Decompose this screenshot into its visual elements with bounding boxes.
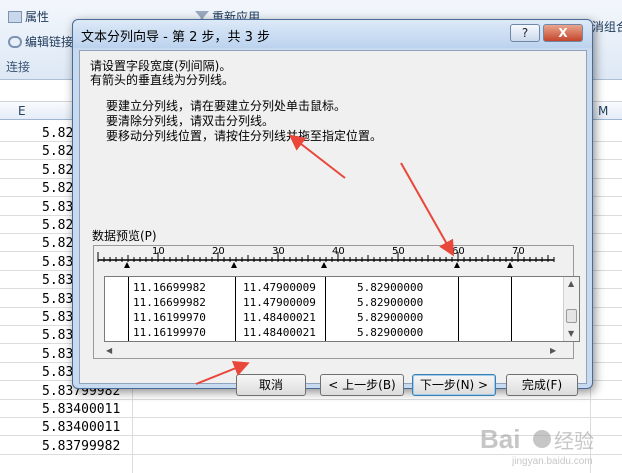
finish-button[interactable]: 完成(F)	[506, 374, 578, 396]
preview-data-area[interactable]: 11.16699982 11.47900009 5.82900000 11.16699…	[104, 276, 580, 342]
cell-value[interactable]: 5.83799982	[42, 439, 120, 454]
edit-links-button[interactable]: 编辑链接	[8, 33, 73, 50]
preview-cell: 11.48400021	[243, 326, 316, 339]
preview-cell: 11.16699982	[133, 281, 206, 294]
svg-text:经验: 经验	[554, 430, 594, 453]
column-break-marker[interactable]	[124, 262, 130, 268]
scroll-left-icon[interactable]: ◀	[106, 346, 112, 355]
scroll-up-icon[interactable]: ▲	[568, 279, 574, 288]
cell-value[interactable]: 5.82	[42, 218, 73, 233]
cell-value[interactable]: 5.83	[42, 255, 73, 270]
edit-links-label: 编辑链接	[25, 35, 74, 49]
sheet-row[interactable]: 5.83400011	[0, 400, 622, 418]
column-ruler[interactable]: 10 20 30 40 50 60 70	[94, 246, 573, 270]
cell-value[interactable]: 5.83	[42, 347, 73, 362]
chain-link-icon	[8, 36, 22, 48]
svg-text:Bai: Bai	[480, 424, 520, 454]
cell-value[interactable]: 5.82	[42, 144, 73, 159]
preview-vertical-scrollbar[interactable]: ▲ ▼	[563, 277, 579, 341]
preview-cell: 11.48400021	[243, 311, 316, 324]
preview-cell: 11.47900009	[243, 281, 316, 294]
ruler-label: 20	[212, 246, 225, 257]
preview-row: 11.16199970 11.48400021 5.82900000	[105, 311, 565, 325]
preview-row: 11.16199970 11.48400021 5.82900000	[105, 326, 565, 340]
ruler-label: 60	[452, 246, 465, 257]
scroll-right-icon[interactable]: ▶	[550, 346, 556, 355]
ungroup-button[interactable]: 消组合	[592, 18, 622, 35]
scroll-down-icon[interactable]: ▼	[568, 329, 574, 338]
preview-cell: 11.16199970	[133, 311, 206, 324]
ungroup-label: 消组合	[592, 20, 622, 34]
cell-value[interactable]: 5.82	[42, 181, 73, 196]
cell-value[interactable]: 5.83400011	[42, 402, 120, 417]
preview-cell: 5.82900000	[357, 311, 424, 324]
cell-value[interactable]: 5.82	[42, 126, 73, 141]
cell-value[interactable]: 5.83	[42, 328, 73, 343]
cell-value[interactable]: 5.83	[42, 200, 73, 215]
preview-row: 11.16699982 11.47900009 5.82900000	[105, 296, 565, 310]
ruler-label: 50	[392, 246, 405, 257]
column-break-marker[interactable]	[454, 262, 460, 268]
cell-value[interactable]: 5.83	[42, 292, 73, 307]
column-header-m[interactable]: M	[598, 104, 608, 118]
dialog-body: 请设置字段宽度(列间隔)。 有箭头的垂直线为分列线。 要建立分列线，请在要建立分…	[79, 50, 587, 396]
scroll-thumb[interactable]	[566, 309, 577, 323]
ruler-label: 40	[332, 246, 345, 257]
baidu-logo-icon: Bai 经验 jingyan.baidu.com	[480, 424, 594, 467]
column-break-marker[interactable]	[507, 262, 513, 268]
text-to-columns-dialog: 文本分列向导 - 第 2 步，共 3 步 ? X 请设置字段宽度(列间隔)。 有…	[72, 19, 593, 396]
preview-cell: 11.16199970	[133, 326, 206, 339]
instruction-line-2: 有箭头的垂直线为分列线。	[90, 73, 235, 87]
cancel-button[interactable]: 取消	[236, 374, 306, 396]
baidu-jingyan-watermark: Bai 经验 jingyan.baidu.com	[478, 418, 618, 470]
tip-move-break: 要移动分列线位置，请按住分列线并拖至指定位置。	[106, 129, 383, 143]
column-header-e[interactable]: E	[18, 104, 26, 118]
data-preview-label: 数据预览(P)	[92, 229, 157, 243]
connections-group-label: 连接	[6, 60, 31, 74]
close-button[interactable]: X	[543, 24, 583, 42]
preview-cell: 5.82900000	[357, 326, 424, 339]
properties-icon	[8, 11, 22, 23]
properties-button[interactable]: 属性	[8, 8, 49, 25]
next-button[interactable]: 下一步(N) >	[412, 374, 496, 396]
preview-cell: 5.82900000	[357, 281, 424, 294]
column-break-marker[interactable]	[231, 262, 237, 268]
ruler-label: 70	[512, 246, 525, 257]
back-button[interactable]: < 上一步(B)	[320, 374, 404, 396]
preview-cell: 11.47900009	[243, 296, 316, 309]
cell-value[interactable]: 5.83	[42, 273, 73, 288]
cell-value[interactable]: 5.83400011	[42, 420, 120, 435]
column-break-marker[interactable]	[321, 262, 327, 268]
preview-row: 11.16699982 11.47900009 5.82900000	[105, 281, 565, 295]
cell-value[interactable]: 5.83	[42, 310, 73, 325]
preview-horizontal-scrollbar[interactable]: ◀ ▶	[104, 344, 564, 358]
svg-text:jingyan.baidu.com: jingyan.baidu.com	[511, 456, 593, 467]
cell-value[interactable]: 5.82	[42, 163, 73, 178]
data-preview-panel: 10 20 30 40 50 60 70 11.16699982 11.47900009 5.8…	[93, 245, 580, 359]
properties-label: 属性	[25, 10, 50, 24]
cell-value[interactable]: 5.82	[42, 236, 73, 251]
ruler-label: 10	[152, 246, 165, 257]
preview-cell: 5.82900000	[357, 296, 424, 309]
help-button[interactable]: ?	[510, 24, 540, 42]
ruler-label: 30	[272, 246, 285, 257]
preview-cell: 11.16699982	[133, 296, 206, 309]
dialog-title: 文本分列向导 - 第 2 步，共 3 步	[81, 30, 271, 45]
dialog-titlebar[interactable]: 文本分列向导 - 第 2 步，共 3 步 ? X	[73, 20, 592, 48]
